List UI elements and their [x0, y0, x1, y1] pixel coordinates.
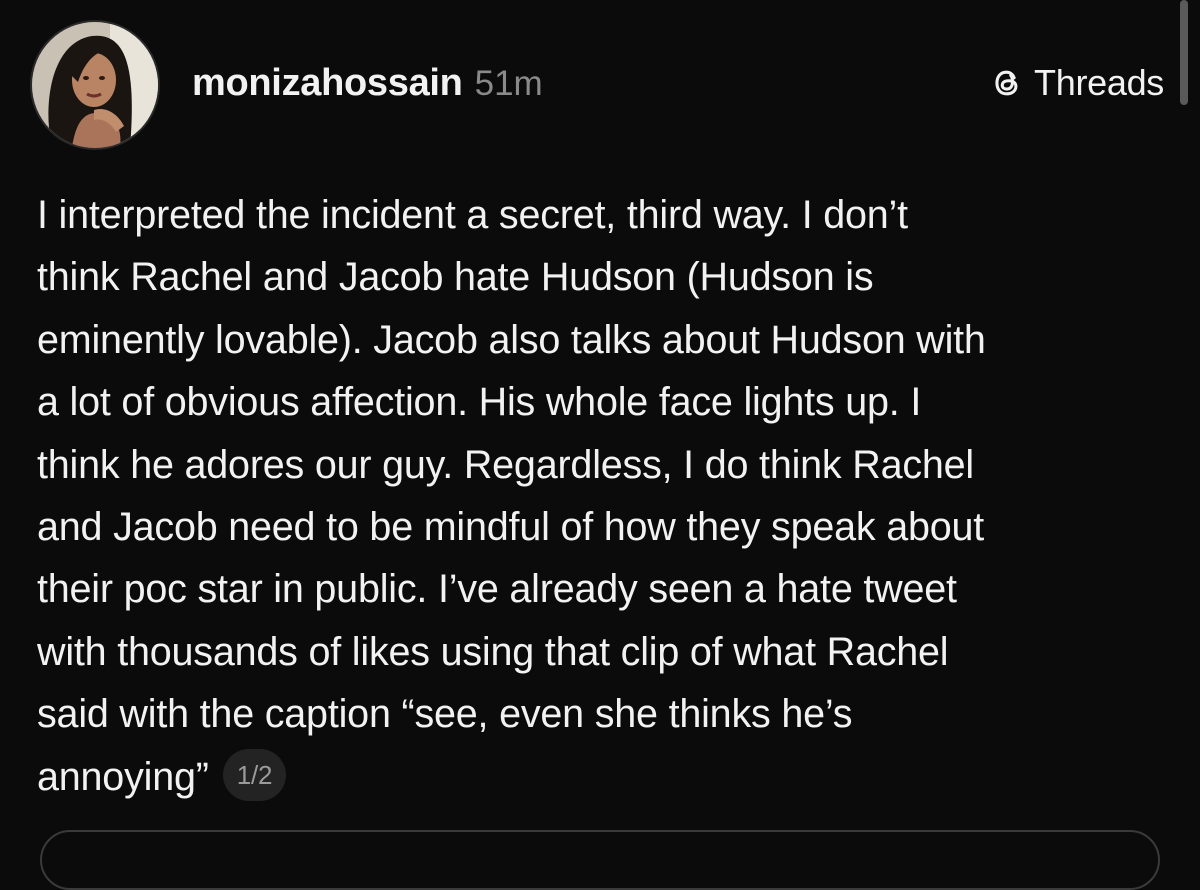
profile-photo: [32, 22, 158, 148]
post-body-line: with thousands of likes using that clip …: [37, 629, 949, 674]
post-body-line: said with the caption “see, even she thi…: [37, 692, 853, 737]
threads-source-link[interactable]: Threads: [988, 62, 1164, 104]
post-body-line: eminently lovable). Jacob also talks abo…: [37, 317, 986, 362]
scrollbar[interactable]: [1180, 0, 1188, 105]
post-timestamp: 51m: [474, 64, 543, 103]
post-body-last-line: annoying” 1/2: [37, 746, 1167, 808]
threads-logo-icon: [995, 70, 1018, 96]
post-body-line: think Rachel and Jacob hate Hudson (Huds…: [37, 255, 874, 300]
avatar[interactable]: [30, 20, 160, 150]
threads-post: monizahossain 51m Threads I interpreted …: [0, 0, 1200, 890]
post-body-line: their poc star in public. I’ve already s…: [37, 567, 957, 612]
next-post-card[interactable]: [40, 830, 1160, 890]
post-body-line: and Jacob need to be mindful of how they…: [37, 505, 985, 550]
page-indicator-badge[interactable]: 1/2: [222, 749, 287, 802]
username[interactable]: monizahossain: [192, 62, 463, 105]
post-body: I interpreted the incident a secret, thi…: [37, 184, 1167, 808]
threads-label: Threads: [1034, 62, 1164, 103]
post-body-line: annoying”: [37, 754, 209, 799]
post-header: monizahossain 51m: [192, 62, 543, 105]
post-body-line: a lot of obvious affection. His whole fa…: [37, 380, 922, 425]
post-body-line: I interpreted the incident a secret, thi…: [37, 193, 908, 237]
post-body-line: think he adores our guy. Regardless, I d…: [37, 442, 975, 487]
